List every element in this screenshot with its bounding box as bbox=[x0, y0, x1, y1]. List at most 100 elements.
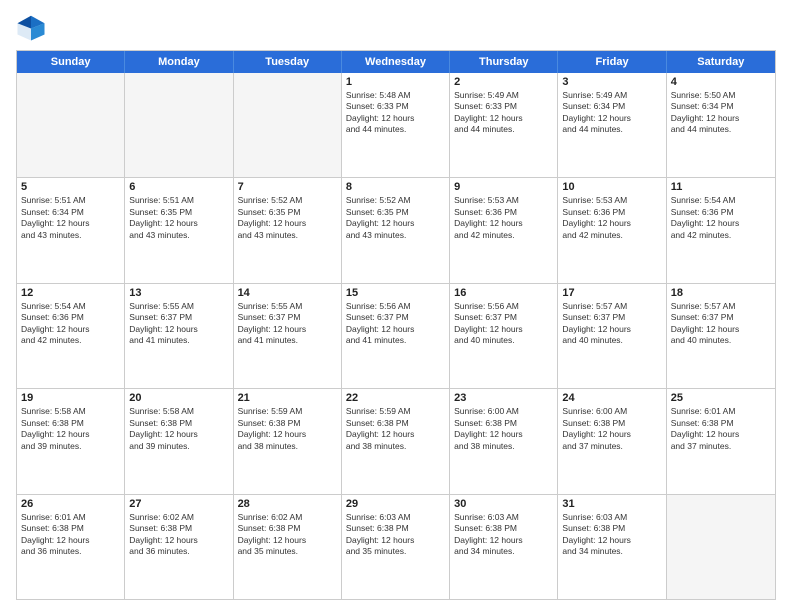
day-number: 15 bbox=[346, 287, 445, 299]
header-day-thursday: Thursday bbox=[450, 51, 558, 73]
header-day-monday: Monday bbox=[125, 51, 233, 73]
day-info: Sunrise: 5:49 AM Sunset: 6:33 PM Dayligh… bbox=[454, 90, 553, 136]
calendar-body: 1 Sunrise: 5:48 AM Sunset: 6:33 PM Daylig… bbox=[17, 73, 775, 599]
day-info: Sunrise: 5:51 AM Sunset: 6:34 PM Dayligh… bbox=[21, 195, 120, 241]
day-number: 22 bbox=[346, 392, 445, 404]
day-number: 3 bbox=[562, 76, 661, 88]
calendar-cell: 10 Sunrise: 5:53 AM Sunset: 6:36 PM Dayli… bbox=[558, 178, 666, 282]
header-day-saturday: Saturday bbox=[667, 51, 775, 73]
day-number: 25 bbox=[671, 392, 771, 404]
day-info: Sunrise: 5:58 AM Sunset: 6:38 PM Dayligh… bbox=[129, 406, 228, 452]
day-info: Sunrise: 5:57 AM Sunset: 6:37 PM Dayligh… bbox=[562, 301, 661, 347]
calendar-cell: 11Sunrise: 5:54 AM Sunset: 6:36 PM Dayli… bbox=[667, 178, 775, 282]
calendar-cell: 17 Sunrise: 5:57 AM Sunset: 6:37 PM Dayli… bbox=[558, 284, 666, 388]
calendar-row: 12 Sunrise: 5:54 AM Sunset: 6:36 PM Dayli… bbox=[17, 284, 775, 389]
calendar-cell: 9 Sunrise: 5:53 AM Sunset: 6:36 PM Daylig… bbox=[450, 178, 558, 282]
calendar-cell: 16Sunrise: 5:56 AM Sunset: 6:37 PM Dayli… bbox=[450, 284, 558, 388]
day-number: 18 bbox=[671, 287, 771, 299]
day-info: Sunrise: 5:48 AM Sunset: 6:33 PM Dayligh… bbox=[346, 90, 445, 136]
calendar-cell: 28Sunrise: 6:02 AM Sunset: 6:38 PM Dayli… bbox=[234, 495, 342, 599]
calendar-cell: 18 Sunrise: 5:57 AM Sunset: 6:37 PM Dayli… bbox=[667, 284, 775, 388]
day-info: Sunrise: 5:59 AM Sunset: 6:38 PM Dayligh… bbox=[346, 406, 445, 452]
day-number: 28 bbox=[238, 498, 337, 510]
day-info: Sunrise: 5:49 AM Sunset: 6:34 PM Dayligh… bbox=[562, 90, 661, 136]
day-info: Sunrise: 6:03 AM Sunset: 6:38 PM Dayligh… bbox=[562, 512, 661, 558]
calendar-cell: 3 Sunrise: 5:49 AM Sunset: 6:34 PM Daylig… bbox=[558, 73, 666, 177]
calendar-cell: 22 Sunrise: 5:59 AM Sunset: 6:38 PM Dayli… bbox=[342, 389, 450, 493]
day-info: Sunrise: 5:54 AM Sunset: 6:36 PM Dayligh… bbox=[21, 301, 120, 347]
calendar-cell: 23 Sunrise: 6:00 AM Sunset: 6:38 PM Dayli… bbox=[450, 389, 558, 493]
day-number: 6 bbox=[129, 181, 228, 193]
calendar: SundayMondayTuesdayWednesdayThursdayFrid… bbox=[16, 50, 776, 600]
calendar-cell: 30 Sunrise: 6:03 AM Sunset: 6:38 PM Dayli… bbox=[450, 495, 558, 599]
calendar-cell: 19 Sunrise: 5:58 AM Sunset: 6:38 PM Dayli… bbox=[17, 389, 125, 493]
calendar-row: 5 Sunrise: 5:51 AM Sunset: 6:34 PM Daylig… bbox=[17, 178, 775, 283]
calendar-cell: 21 Sunrise: 5:59 AM Sunset: 6:38 PM Dayli… bbox=[234, 389, 342, 493]
day-info: Sunrise: 5:52 AM Sunset: 6:35 PM Dayligh… bbox=[346, 195, 445, 241]
day-number: 29 bbox=[346, 498, 445, 510]
header-day-tuesday: Tuesday bbox=[234, 51, 342, 73]
day-info: Sunrise: 5:56 AM Sunset: 6:37 PM Dayligh… bbox=[346, 301, 445, 347]
day-number: 17 bbox=[562, 287, 661, 299]
day-number: 20 bbox=[129, 392, 228, 404]
calendar-cell: 7 Sunrise: 5:52 AM Sunset: 6:35 PM Daylig… bbox=[234, 178, 342, 282]
calendar-cell: 20 Sunrise: 5:58 AM Sunset: 6:38 PM Dayli… bbox=[125, 389, 233, 493]
day-info: Sunrise: 6:00 AM Sunset: 6:38 PM Dayligh… bbox=[454, 406, 553, 452]
day-number: 21 bbox=[238, 392, 337, 404]
calendar-header: SundayMondayTuesdayWednesdayThursdayFrid… bbox=[17, 51, 775, 73]
calendar-cell bbox=[125, 73, 233, 177]
day-number: 4 bbox=[671, 76, 771, 88]
day-number: 13 bbox=[129, 287, 228, 299]
calendar-row: 1 Sunrise: 5:48 AM Sunset: 6:33 PM Daylig… bbox=[17, 73, 775, 178]
day-number: 2 bbox=[454, 76, 553, 88]
day-info: Sunrise: 5:59 AM Sunset: 6:38 PM Dayligh… bbox=[238, 406, 337, 452]
calendar-row: 19 Sunrise: 5:58 AM Sunset: 6:38 PM Dayli… bbox=[17, 389, 775, 494]
day-info: Sunrise: 5:51 AM Sunset: 6:35 PM Dayligh… bbox=[129, 195, 228, 241]
header bbox=[16, 12, 776, 42]
day-info: Sunrise: 6:03 AM Sunset: 6:38 PM Dayligh… bbox=[346, 512, 445, 558]
day-number: 30 bbox=[454, 498, 553, 510]
day-info: Sunrise: 6:01 AM Sunset: 6:38 PM Dayligh… bbox=[21, 512, 120, 558]
day-number: 9 bbox=[454, 181, 553, 193]
day-info: Sunrise: 5:58 AM Sunset: 6:38 PM Dayligh… bbox=[21, 406, 120, 452]
calendar-cell: 12 Sunrise: 5:54 AM Sunset: 6:36 PM Dayli… bbox=[17, 284, 125, 388]
header-day-wednesday: Wednesday bbox=[342, 51, 450, 73]
calendar-cell: 4 Sunrise: 5:50 AM Sunset: 6:34 PM Daylig… bbox=[667, 73, 775, 177]
calendar-cell bbox=[667, 495, 775, 599]
day-info: Sunrise: 6:02 AM Sunset: 6:38 PM Dayligh… bbox=[129, 512, 228, 558]
calendar-cell: 5 Sunrise: 5:51 AM Sunset: 6:34 PM Daylig… bbox=[17, 178, 125, 282]
calendar-cell: 27Sunrise: 6:02 AM Sunset: 6:38 PM Dayli… bbox=[125, 495, 233, 599]
day-number: 19 bbox=[21, 392, 120, 404]
calendar-cell: 24 Sunrise: 6:00 AM Sunset: 6:38 PM Dayli… bbox=[558, 389, 666, 493]
day-info: Sunrise: 5:55 AM Sunset: 6:37 PM Dayligh… bbox=[238, 301, 337, 347]
day-info: Sunrise: 5:55 AM Sunset: 6:37 PM Dayligh… bbox=[129, 301, 228, 347]
logo-icon bbox=[16, 12, 46, 42]
day-info: Sunrise: 5:50 AM Sunset: 6:34 PM Dayligh… bbox=[671, 90, 771, 136]
day-info: Sunrise: 6:01 AM Sunset: 6:38 PM Dayligh… bbox=[671, 406, 771, 452]
day-number: 31 bbox=[562, 498, 661, 510]
day-number: 7 bbox=[238, 181, 337, 193]
day-number: 5 bbox=[21, 181, 120, 193]
calendar-cell: 6 Sunrise: 5:51 AM Sunset: 6:35 PM Daylig… bbox=[125, 178, 233, 282]
day-number: 26 bbox=[21, 498, 120, 510]
header-day-friday: Friday bbox=[558, 51, 666, 73]
calendar-cell: 15 Sunrise: 5:56 AM Sunset: 6:37 PM Dayli… bbox=[342, 284, 450, 388]
day-number: 1 bbox=[346, 76, 445, 88]
day-info: Sunrise: 5:52 AM Sunset: 6:35 PM Dayligh… bbox=[238, 195, 337, 241]
calendar-cell: 29 Sunrise: 6:03 AM Sunset: 6:38 PM Dayli… bbox=[342, 495, 450, 599]
calendar-row: 26 Sunrise: 6:01 AM Sunset: 6:38 PM Dayli… bbox=[17, 495, 775, 599]
day-number: 23 bbox=[454, 392, 553, 404]
calendar-cell: 8Sunrise: 5:52 AM Sunset: 6:35 PM Daylig… bbox=[342, 178, 450, 282]
calendar-cell bbox=[17, 73, 125, 177]
day-info: Sunrise: 5:57 AM Sunset: 6:37 PM Dayligh… bbox=[671, 301, 771, 347]
day-info: Sunrise: 6:03 AM Sunset: 6:38 PM Dayligh… bbox=[454, 512, 553, 558]
day-number: 10 bbox=[562, 181, 661, 193]
day-number: 12 bbox=[21, 287, 120, 299]
calendar-cell: 31 Sunrise: 6:03 AM Sunset: 6:38 PM Dayli… bbox=[558, 495, 666, 599]
day-number: 14 bbox=[238, 287, 337, 299]
day-info: Sunrise: 5:53 AM Sunset: 6:36 PM Dayligh… bbox=[454, 195, 553, 241]
day-number: 24 bbox=[562, 392, 661, 404]
day-info: Sunrise: 5:53 AM Sunset: 6:36 PM Dayligh… bbox=[562, 195, 661, 241]
day-number: 11 bbox=[671, 181, 771, 193]
day-info: Sunrise: 6:00 AM Sunset: 6:38 PM Dayligh… bbox=[562, 406, 661, 452]
